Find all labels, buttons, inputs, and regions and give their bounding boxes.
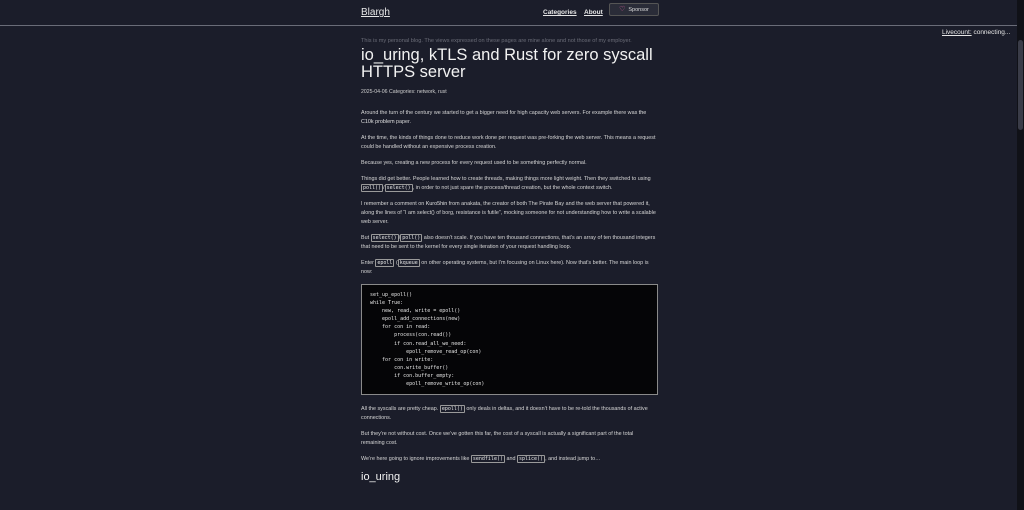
paragraph: I remember a comment on Kuro5hin from an… bbox=[361, 201, 656, 225]
nav-categories-link[interactable]: Categories bbox=[543, 9, 577, 16]
inline-code: epoll() bbox=[439, 405, 465, 414]
inline-code: epoll bbox=[375, 259, 395, 267]
paragraph: Around the turn of the century we starte… bbox=[361, 110, 647, 125]
inline-code: kqueue bbox=[397, 259, 420, 267]
inline-code: select() bbox=[384, 184, 413, 192]
article-title: io_uring, kTLS and Rust for zero syscall… bbox=[361, 46, 653, 81]
nav-about-link[interactable]: About bbox=[584, 9, 603, 16]
inline-code: sendfile() bbox=[470, 455, 505, 464]
paragraph: But select() / poll() also doesn’t scale. … bbox=[361, 234, 656, 250]
code-block: set_up_epoll() while True: new, read, wr… bbox=[361, 284, 658, 396]
paragraph: But they’re not without cost. Once we’ve… bbox=[361, 431, 634, 447]
sponsor-button[interactable]: ♡ Sponsor bbox=[609, 3, 659, 16]
paragraph: We’re here going to ignore improvements … bbox=[361, 455, 601, 464]
heart-icon: ♡ bbox=[619, 6, 626, 13]
section-heading: io_uring bbox=[361, 471, 401, 484]
inline-code: splice() bbox=[516, 455, 546, 464]
livecount-value: connecting... bbox=[973, 29, 1011, 36]
article-content: This is my personal blog. The views expr… bbox=[361, 37, 658, 483]
site-logo-link[interactable]: Blargh bbox=[361, 7, 390, 18]
article-meta: 2025-04-06 Categories: network, rust bbox=[361, 89, 658, 95]
article-categories: network, rust bbox=[416, 89, 447, 95]
inline-code: poll() bbox=[400, 234, 423, 242]
paragraph: All the syscalls are pretty cheap. epoll… bbox=[361, 405, 648, 422]
scrollbar-thumb[interactable] bbox=[1018, 40, 1023, 130]
paragraph: Enter epoll (kqueue on other operating s… bbox=[361, 259, 649, 275]
inline-code: poll() bbox=[361, 184, 384, 192]
article-date: 2025-04-06 bbox=[361, 89, 388, 95]
blog-disclaimer: This is my personal blog. The views expr… bbox=[361, 38, 632, 44]
sponsor-label: Sponsor bbox=[628, 6, 649, 13]
kuro5hin-link[interactable]: Kuro5hin bbox=[426, 201, 448, 207]
categories-label: Categories: bbox=[389, 89, 416, 95]
paragraph: Things did get better. People learned ho… bbox=[361, 176, 651, 192]
top-navigation-bar: Blargh Categories About ♡ Sponsor bbox=[0, 0, 1024, 26]
livecount-status: Livecount: connecting... bbox=[942, 29, 1010, 36]
livecount-label[interactable]: Livecount: bbox=[942, 29, 972, 36]
inline-code: select() bbox=[370, 234, 399, 242]
paragraph: At the time, the kinds of things done to… bbox=[361, 135, 656, 150]
paragraph: Because yes, creating a new process for … bbox=[361, 160, 587, 166]
